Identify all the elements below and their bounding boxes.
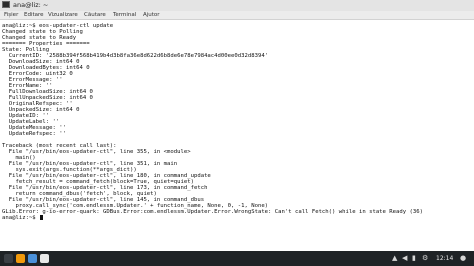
terminal-icon bbox=[2, 1, 10, 8]
terminal-output[interactable]: ana@liz:~$ eos-updater-ctl update Change… bbox=[0, 21, 474, 251]
terminal-prompt: ana@liz:~$ bbox=[2, 215, 40, 221]
taskbar: ▲ ◀ ▮ ⚙ 12:14 ● bbox=[0, 251, 474, 266]
files-app-icon[interactable] bbox=[16, 254, 25, 263]
menu-file[interactable]: Fișier bbox=[4, 11, 18, 20]
menu-edit[interactable]: Editare bbox=[24, 11, 44, 20]
clock[interactable]: 12:14 bbox=[436, 251, 453, 266]
menu-search[interactable]: Căutare bbox=[84, 11, 106, 20]
terminal-prompt-line: ana@liz:~$ bbox=[2, 215, 44, 221]
menu-view[interactable]: Vizualizare bbox=[48, 11, 78, 20]
browser-app-icon[interactable] bbox=[28, 254, 37, 263]
battery-icon[interactable]: ▮ bbox=[412, 253, 416, 264]
window-titlebar[interactable]: ana@liz: ~ bbox=[0, 0, 474, 11]
network-icon[interactable]: ▲ bbox=[392, 253, 397, 264]
window-title: ana@liz: ~ bbox=[13, 1, 49, 9]
user-menu-icon[interactable]: ● bbox=[460, 253, 466, 264]
volume-icon[interactable]: ◀ bbox=[402, 253, 407, 264]
menu-terminal[interactable]: Terminal bbox=[113, 11, 136, 20]
menu-bar: Fișier Editare Vizualizare Căutare Termi… bbox=[0, 11, 474, 20]
menu-help[interactable]: Ajutor bbox=[143, 11, 160, 20]
terminal-line: GLib.Error: g-io-error-quark: GDBus.Erro… bbox=[2, 209, 423, 215]
terminal-line: UpdateRefspec: '' bbox=[2, 131, 66, 137]
text-cursor bbox=[40, 215, 44, 220]
terminal-app-icon[interactable] bbox=[40, 254, 49, 263]
app-grid-icon[interactable] bbox=[4, 254, 13, 263]
settings-icon[interactable]: ⚙ bbox=[422, 253, 428, 264]
